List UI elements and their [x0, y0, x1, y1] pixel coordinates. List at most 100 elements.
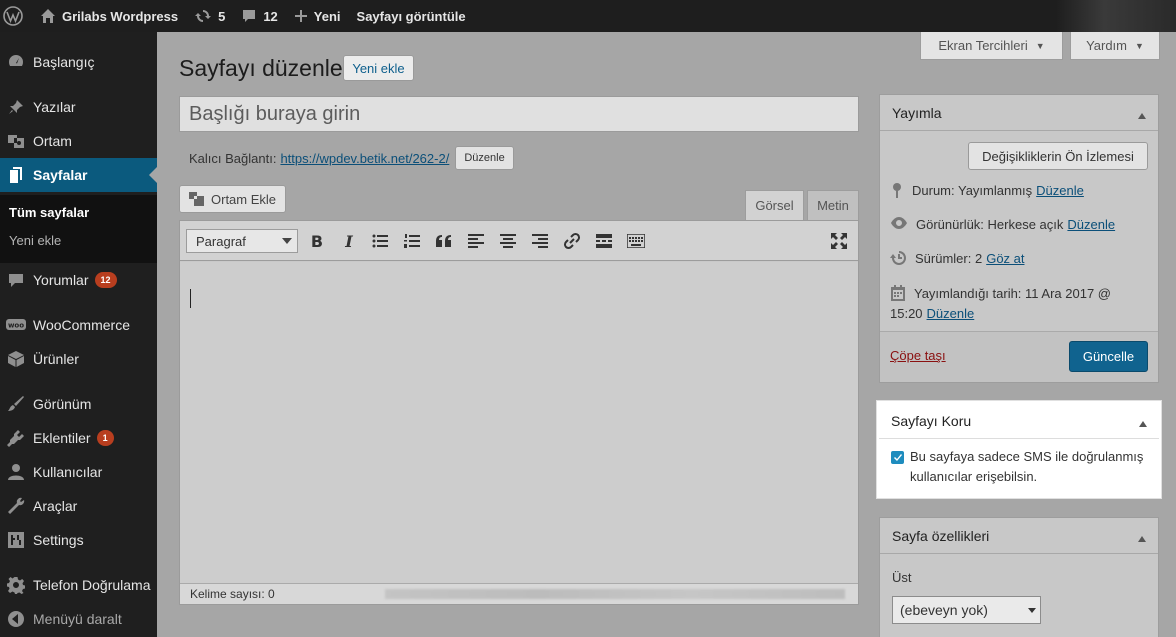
word-count: Kelime sayısı: 0	[190, 587, 275, 601]
brush-icon	[6, 394, 26, 414]
pages-icon	[6, 165, 26, 185]
dropdown-arrow-icon: ▼	[1135, 40, 1144, 51]
screen-options-button[interactable]: Ekran Tercihleri ▼	[920, 32, 1063, 60]
sidebar-item-label: Ürünler	[33, 351, 79, 367]
svg-text:woo: woo	[8, 322, 24, 330]
comments-icon	[6, 270, 26, 290]
help-label: Yardım	[1086, 38, 1127, 53]
align-left-button[interactable]	[466, 231, 486, 251]
tab-visual[interactable]: Görsel	[745, 190, 804, 220]
sidebar-item-products[interactable]: Ürünler	[0, 342, 157, 376]
post-status-edit-link[interactable]: Düzenle	[1036, 183, 1084, 198]
toolbar-toggle-button[interactable]	[626, 231, 646, 251]
view-page-link[interactable]: Sayfayı görüntüle	[349, 0, 474, 32]
revisions-row: Sürümler: 2 Göz at	[890, 248, 1025, 269]
publish-box-title: Yayımla	[892, 104, 942, 121]
permalink-edit-button[interactable]: Düzenle	[455, 146, 514, 170]
page-attributes-header[interactable]: Sayfa özellikleri	[880, 518, 1158, 554]
title-input[interactable]: Başlığı buraya girin	[179, 96, 859, 132]
add-media-button[interactable]: Ortam Ekle	[179, 185, 286, 213]
numbered-list-button[interactable]	[402, 231, 422, 251]
bullet-list-button[interactable]	[370, 231, 390, 251]
collapse-arrow-icon[interactable]	[1139, 417, 1147, 427]
comments-link[interactable]: 12	[233, 0, 285, 32]
fullscreen-icon	[831, 233, 847, 249]
post-status-row: Durum: Yayımlanmış Düzenle	[890, 180, 1084, 201]
parent-page-select[interactable]: (ebeveyn yok)	[892, 596, 1041, 624]
add-new-page-button[interactable]: Yeni ekle	[343, 55, 414, 81]
fullscreen-button[interactable]	[829, 231, 849, 251]
new-content-link[interactable]: Yeni	[286, 0, 349, 32]
submenu-all-pages[interactable]: Tüm sayfalar	[9, 205, 89, 220]
collapse-menu-button[interactable]: Menüyü daralt	[0, 602, 157, 636]
submenu-add-new[interactable]: Yeni ekle	[9, 233, 61, 248]
revisions-browse-link[interactable]: Göz at	[986, 251, 1024, 266]
move-to-trash-link[interactable]: Çöpe taşı	[890, 348, 946, 363]
permalink-row: Kalıcı Bağlantı: https://wpdev.betik.net…	[189, 146, 514, 170]
align-center-button[interactable]	[498, 231, 518, 251]
insert-link-button[interactable]	[562, 231, 582, 251]
publish-box-header[interactable]: Yayımla	[880, 95, 1158, 131]
last-edited-info	[385, 589, 845, 599]
home-icon	[41, 9, 55, 23]
blockquote-button[interactable]	[434, 231, 454, 251]
sidebar-item-dashboard[interactable]: Başlangıç	[0, 45, 157, 79]
page-title: Sayfayı düzenle	[179, 55, 343, 81]
sidebar-item-label: Başlangıç	[33, 54, 95, 70]
format-select[interactable]: Paragraf	[186, 229, 298, 253]
settings-icon	[6, 530, 26, 550]
sidebar-item-settings[interactable]: Settings	[0, 523, 157, 557]
wordpress-logo-icon[interactable]	[0, 0, 32, 32]
collapse-menu-label: Menüyü daralt	[33, 611, 122, 627]
gear-icon	[6, 575, 26, 595]
editor-content-area[interactable]	[180, 262, 858, 583]
align-center-icon	[500, 234, 516, 248]
revisions-label: Sürümler: 2	[915, 251, 983, 266]
read-more-button[interactable]	[594, 231, 614, 251]
site-name: Grilabs Wordpress	[62, 8, 179, 24]
help-button[interactable]: Yardım ▼	[1070, 32, 1160, 60]
sidebar-item-tools[interactable]: Araçlar	[0, 489, 157, 523]
user-account-menu[interactable]	[1056, 0, 1176, 32]
sidebar-item-woocommerce[interactable]: woo WooCommerce	[0, 308, 157, 342]
calendar-icon	[891, 285, 905, 301]
protect-page-title: Sayfayı Koru	[891, 412, 972, 429]
align-right-button[interactable]	[530, 231, 550, 251]
sidebar-item-plugins[interactable]: Eklentiler 1	[0, 421, 157, 455]
permalink-label: Kalıcı Bağlantı:	[189, 150, 277, 166]
sidebar-item-label: Settings	[33, 532, 84, 548]
permalink-url-link[interactable]: https://wpdev.betik.net/262-2/	[280, 151, 449, 166]
published-date-edit-link[interactable]: Düzenle	[927, 306, 975, 321]
site-name-link[interactable]: Grilabs Wordpress	[32, 0, 186, 32]
sidebar-item-media[interactable]: Ortam	[0, 124, 157, 158]
text-cursor	[190, 289, 191, 308]
sidebar-item-comments[interactable]: Yorumlar 12	[0, 263, 157, 297]
sidebar-item-phone-verification[interactable]: Telefon Doğrulama	[0, 568, 157, 602]
update-button[interactable]: Güncelle	[1069, 341, 1148, 372]
collapse-arrow-icon	[6, 609, 26, 629]
parent-page-value: (ebeveyn yok)	[900, 602, 988, 618]
protect-page-header[interactable]: Sayfayı Koru	[879, 403, 1159, 439]
bold-button[interactable]: B	[307, 231, 327, 251]
editor-statusbar: Kelime sayısı: 0	[180, 583, 858, 604]
pages-submenu: Tüm sayfalar Yeni ekle	[0, 195, 157, 263]
bold-icon: B	[310, 231, 324, 251]
tab-text[interactable]: Metin	[807, 190, 859, 220]
published-time-row: 15:20 Düzenle	[890, 303, 974, 324]
sms-only-checkbox[interactable]	[891, 451, 904, 464]
sidebar-item-users[interactable]: Kullanıcılar	[0, 455, 157, 489]
published-time: 15:20	[890, 306, 923, 321]
sidebar-item-appearance[interactable]: Görünüm	[0, 387, 157, 421]
sidebar-item-label: Kullanıcılar	[33, 464, 103, 480]
admin-bar: Grilabs Wordpress 5 12 Yeni Sayfayı görü…	[0, 0, 1176, 32]
collapse-arrow-icon[interactable]	[1138, 109, 1146, 119]
sidebar-item-posts[interactable]: Yazılar	[0, 90, 157, 124]
updates-link[interactable]: 5	[186, 0, 233, 32]
sidebar-item-pages[interactable]: Sayfalar	[0, 158, 157, 192]
screen-options-label: Ekran Tercihleri	[938, 38, 1028, 53]
preview-changes-button[interactable]: Değişikliklerin Ön İzlemesi	[968, 142, 1148, 170]
sms-only-checkbox-label: Bu sayfaya sadece SMS ile doğrulanmış ku…	[910, 449, 1144, 484]
italic-button[interactable]: I	[339, 231, 359, 251]
collapse-arrow-icon[interactable]	[1138, 532, 1146, 542]
visibility-edit-link[interactable]: Düzenle	[1067, 217, 1115, 232]
